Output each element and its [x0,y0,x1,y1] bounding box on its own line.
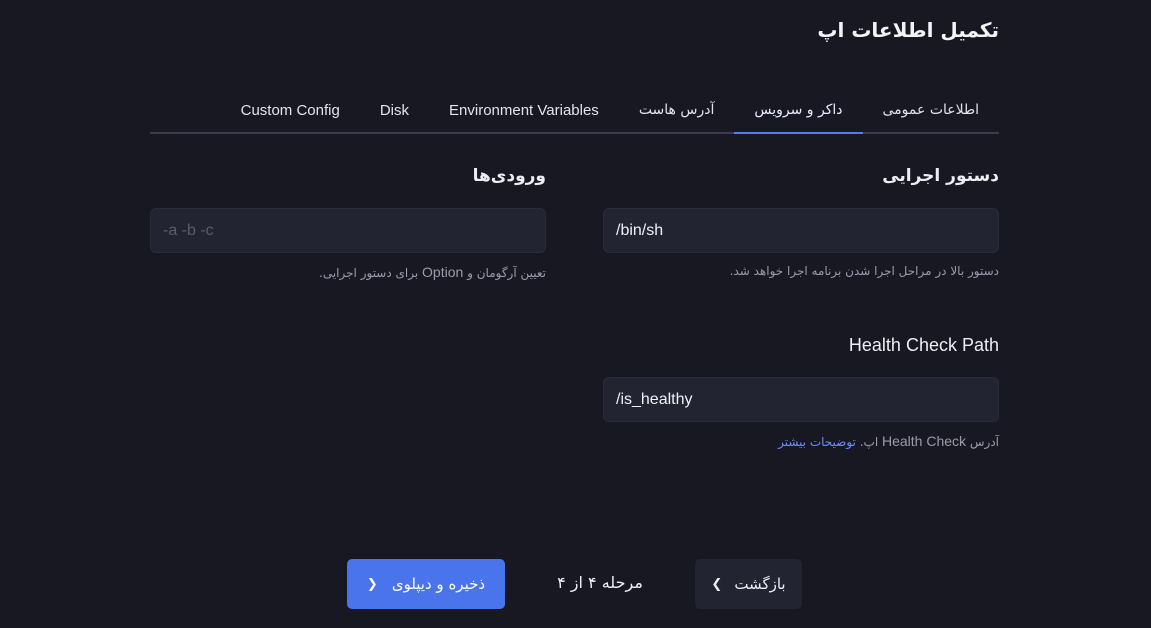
tab-host-address[interactable]: آدرس هاست [619,88,735,132]
health-help-prefix: آدرس [969,435,999,449]
tab-environment-variables[interactable]: Environment Variables [429,88,619,132]
command-input[interactable] [603,208,999,253]
tab-disk[interactable]: Disk [360,88,429,132]
args-help-prefix: تعیین آرگومان و [467,266,546,280]
back-label: بازگشت [734,575,786,593]
tab-general-info[interactable]: اطلاعات عمومی [863,88,999,132]
save-and-deploy-label: ذخیره و دیپلوی [391,575,486,593]
health-help-term: Health Check [882,433,967,449]
health-help-text: آدرس Health Check اپ. توضیحات بیشتر [603,433,999,449]
save-and-deploy-button[interactable]: ❯ ذخیره و دیپلوی [347,559,505,609]
command-label: دستور اجرایی [882,166,999,186]
args-input[interactable] [150,208,546,253]
chevron-left-icon: ❮ [711,576,723,592]
more-info-link[interactable]: توضیحات بیشتر [778,435,856,449]
health-check-label: Health Check Path [848,335,999,355]
args-label: ورودی‌ها [472,166,546,186]
health-field-group: Health Check Path آدرس Health Check اپ. … [603,335,999,449]
step-indicator: مرحله ۴ از ۴ [557,572,643,592]
wizard-footer: ❯ ذخیره و دیپلوی مرحله ۴ از ۴ ❮ بازگشت [347,559,802,609]
args-help-option: Option [422,264,464,280]
args-help-text: تعیین آرگومان و Option برای دستور اجرایی… [150,264,546,280]
args-field-group: ورودی‌ها تعیین آرگومان و Option برای دست… [150,166,546,280]
command-field-group: دستور اجرایی دستور بالا در مراحل اجرا شد… [603,166,999,278]
tab-custom-config[interactable]: Custom Config [221,88,360,132]
command-help-text: دستور بالا در مراحل اجرا شدن برنامه اجرا… [729,264,999,278]
health-help-suffix: اپ. [859,435,879,449]
chevron-right-icon: ❯ [366,576,378,592]
tab-docker-service[interactable]: داکر و سرویس [734,88,863,134]
health-check-input[interactable] [603,377,999,422]
back-button[interactable]: ❮ بازگشت [695,559,802,609]
args-help-suffix: برای دستور اجرایی. [319,266,419,280]
page-title: تکمیل اطلاعات اپ [817,18,999,42]
app-details-page: تکمیل اطلاعات اپ اطلاعات عمومی داکر و سر… [0,0,1151,628]
settings-tabs: اطلاعات عمومی داکر و سرویس آدرس هاست Env… [150,88,999,134]
